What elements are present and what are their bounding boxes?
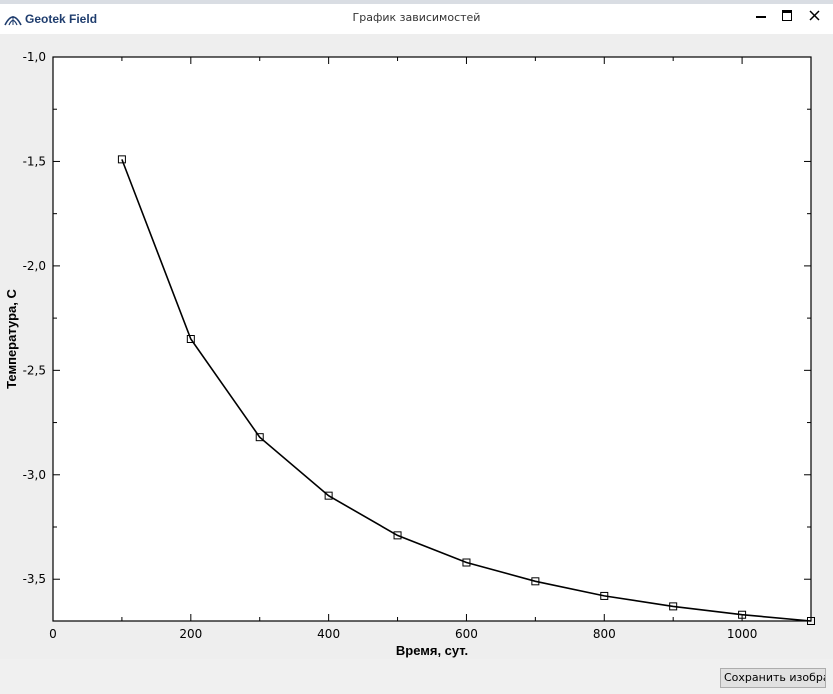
plot-frame: 0 200 400 600 800 1000 -1,0 -1,5 -2,0 -2,5 -3,0 -3… (0, 34, 833, 659)
save-image-button[interactable]: Сохранить изображение (720, 668, 826, 688)
top-strip (0, 0, 833, 4)
close-button[interactable] (805, 6, 823, 24)
x-tick-label: 600 (455, 627, 478, 641)
x-tick-label: 0 (49, 627, 57, 641)
y-tick-label: -3,5 (23, 572, 46, 586)
x-tick-label: 800 (593, 627, 616, 641)
maximize-button[interactable] (778, 6, 796, 24)
x-tick-label: 1000 (727, 627, 758, 641)
maximize-icon (782, 9, 792, 21)
y-tick-label: -1,5 (23, 154, 46, 168)
y-tick-label: -3,0 (23, 468, 46, 482)
title-bar[interactable]: Geotek Field График зависимостей (0, 0, 833, 34)
y-tick-label: -2,5 (23, 363, 46, 377)
y-tick-label: -2,0 (23, 259, 46, 273)
minimize-icon (756, 16, 766, 18)
y-tick-label: -1,0 (23, 50, 46, 64)
plot-area (52, 56, 812, 622)
x-tick-label: 200 (179, 627, 202, 641)
x-axis-title: Время, сут. (396, 643, 468, 658)
chart: 0 200 400 600 800 1000 -1,0 -1,5 -2,0 -2,5 -3,0 -3… (4, 50, 815, 658)
y-axis-title: Температура, С (4, 289, 19, 389)
close-icon (808, 9, 820, 21)
chart-window: Geotek Field График зависимостей 0 200 400… (0, 0, 833, 694)
x-tick-label: 400 (317, 627, 340, 641)
window-title: График зависимостей (352, 11, 481, 24)
bottom-bar: Сохранить изображение (0, 659, 833, 694)
minimize-button[interactable] (752, 6, 770, 24)
